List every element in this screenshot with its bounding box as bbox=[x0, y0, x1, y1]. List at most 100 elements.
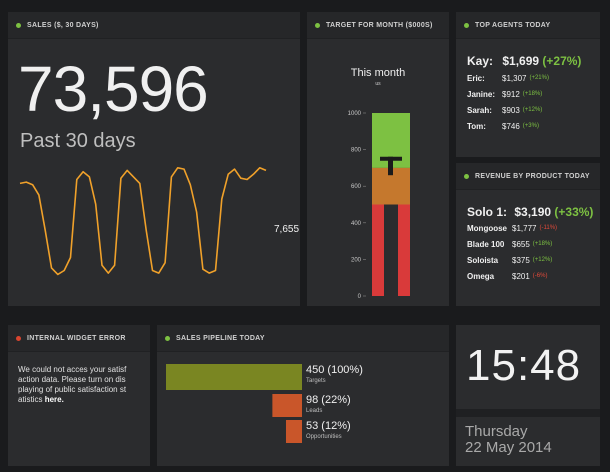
target-panel: TARGET FOR MONTH ($000S) This month us 1… bbox=[307, 12, 449, 306]
target-axis-tick: 0 bbox=[358, 294, 362, 300]
product-value: $1,777 bbox=[512, 223, 537, 233]
error-message: We could not acces your satisf action da… bbox=[18, 365, 142, 405]
agent-value: $903 bbox=[502, 105, 520, 115]
status-dot-icon bbox=[464, 22, 469, 28]
product-name: Soloista bbox=[467, 255, 499, 265]
pipeline-stage-value: 98 (22%) bbox=[306, 394, 351, 406]
pipeline-stage-bar bbox=[272, 394, 302, 417]
target-axis-tick: 400 bbox=[351, 221, 362, 227]
agent-row: Sarah: $903 (+12%) bbox=[467, 102, 549, 118]
target-bullet-chart: This month us 1000 800 600 400 200 0 bbox=[348, 67, 410, 300]
pipeline-panel: SALES PIPELINE TODAY 450 (100%) Targets 98… bbox=[157, 325, 449, 466]
clock-divider bbox=[456, 409, 600, 417]
pipeline-stage-value: 53 (12%) bbox=[306, 420, 351, 432]
pipeline-panel-title: SALES PIPELINE TODAY bbox=[176, 334, 265, 342]
product-row: Mongoose $1,777 (-11%) bbox=[467, 220, 557, 236]
sales-panel-title: SALES ($, 30 DAYS) bbox=[27, 21, 99, 29]
agent-row: Eric: $1,307 (+21%) bbox=[467, 70, 549, 86]
target-actual-bar-right bbox=[398, 204, 410, 296]
agent-name: Sarah: bbox=[467, 105, 492, 115]
leader-product-name: Solo 1: bbox=[467, 205, 508, 219]
target-marker-stem bbox=[388, 156, 393, 176]
error-dot-icon bbox=[16, 335, 21, 341]
error-message-text: We could not acces your satisf action da… bbox=[18, 365, 127, 404]
product-value: $375 bbox=[512, 255, 530, 265]
agent-change: (+12%) bbox=[522, 107, 543, 113]
status-dot-icon bbox=[464, 173, 469, 179]
revenue-panel-header: REVENUE BY PRODUCT TODAY bbox=[456, 163, 600, 190]
agent-row: Janine: $912 (+18%) bbox=[467, 86, 549, 102]
agent-change: (+21%) bbox=[529, 75, 549, 81]
widget-error-panel: INTERNAL WIDGET ERROR We could not acces… bbox=[8, 325, 150, 466]
sales-series-line bbox=[19, 167, 267, 276]
target-chart-subtitle: us bbox=[375, 81, 381, 87]
revenue-panel: REVENUE BY PRODUCT TODAY Solo 1: $3,190 … bbox=[456, 163, 600, 306]
sales-line-chart bbox=[19, 167, 267, 276]
product-row: Soloista $375 (+12%) bbox=[467, 252, 557, 268]
top-product-leader: Solo 1: $3,190 (+33%) bbox=[467, 205, 593, 219]
clock-day: Thursday bbox=[465, 423, 528, 440]
product-name: Omega bbox=[467, 271, 495, 281]
pipeline-stage-bar bbox=[285, 420, 302, 443]
clock-date: 22 May 2014 bbox=[465, 439, 552, 456]
agent-name: Eric: bbox=[467, 73, 485, 83]
agents-panel-header: TOP AGENTS TODAY bbox=[456, 12, 600, 39]
product-row: Blade 100 $655 (+18%) bbox=[467, 236, 557, 252]
agents-panel-title: TOP AGENTS TODAY bbox=[475, 21, 551, 29]
pipeline-stage-label: Targets bbox=[306, 378, 326, 384]
product-change: (+18%) bbox=[532, 241, 553, 247]
sales-side-value: 7,655 bbox=[274, 224, 300, 235]
agent-change: (+18%) bbox=[522, 91, 543, 97]
target-panel-title: TARGET FOR MONTH ($000S) bbox=[326, 21, 433, 29]
product-row: Omega $201 (-6%) bbox=[467, 268, 557, 284]
target-axis-tick: 200 bbox=[351, 257, 362, 263]
leader-value: $1,699 bbox=[502, 54, 540, 68]
leader-product-change: (+33%) bbox=[554, 205, 594, 219]
agent-row: Tom: $746 (+3%) bbox=[467, 118, 549, 134]
clock-time: 15:48 bbox=[466, 341, 582, 390]
status-dot-icon bbox=[16, 22, 21, 28]
sales-period: Past 30 days bbox=[20, 130, 136, 152]
error-panel-header: INTERNAL WIDGET ERROR bbox=[8, 325, 150, 352]
leader-name: Kay: bbox=[467, 54, 494, 68]
agent-name: Janine: bbox=[467, 89, 496, 99]
pipeline-stage-label: Opportunities bbox=[306, 434, 342, 440]
agent-change: (+3%) bbox=[522, 123, 539, 129]
agent-value: $1,307 bbox=[502, 73, 527, 83]
target-axis-tick: 1000 bbox=[348, 111, 362, 117]
agent-value: $746 bbox=[502, 121, 520, 131]
top-agents-panel: TOP AGENTS TODAY Kay: $1,699 (+27%) Eric… bbox=[456, 12, 600, 157]
target-axis-tick: 800 bbox=[351, 148, 362, 154]
pipeline-stage-value: 450 (100%) bbox=[306, 364, 363, 376]
agent-name: Tom: bbox=[467, 121, 486, 131]
agent-list: Eric: $1,307 (+21%) Janine: $912 (+18%) Sarah:… bbox=[467, 70, 549, 134]
clock-panel: 15:48 Thursday 22 May 2014 bbox=[456, 325, 600, 466]
pipeline-funnel-chart: 450 (100%) Targets 98 (22%) Leads 53 (12%) Op… bbox=[166, 364, 363, 443]
error-help-link[interactable]: here. bbox=[45, 395, 64, 404]
product-change: (-11%) bbox=[539, 225, 558, 231]
target-axis-tick: 600 bbox=[351, 184, 362, 190]
pipeline-stage-label: Leads bbox=[306, 408, 322, 414]
product-list: Mongoose $1,777 (-11%) Blade 100 $655 (+18%) S… bbox=[467, 220, 557, 284]
target-actual-bar-left bbox=[372, 204, 384, 296]
pipeline-panel-header: SALES PIPELINE TODAY bbox=[157, 325, 449, 352]
status-dot-icon bbox=[165, 335, 170, 341]
pipeline-stage-bar bbox=[166, 364, 302, 390]
product-name: Mongoose bbox=[467, 223, 507, 233]
product-name: Blade 100 bbox=[467, 239, 505, 249]
status-dot-icon bbox=[315, 22, 320, 28]
product-change: (+12%) bbox=[532, 257, 553, 263]
sales-total: 73,596 bbox=[18, 53, 209, 125]
error-panel-title: INTERNAL WIDGET ERROR bbox=[27, 334, 126, 342]
agent-value: $912 bbox=[502, 89, 520, 99]
sales-panel: SALES ($, 30 DAYS) 73,596 Past 30 days 7… bbox=[8, 12, 300, 306]
sales-panel-header: SALES ($, 30 DAYS) bbox=[8, 12, 300, 39]
leader-product-value: $3,190 bbox=[514, 205, 552, 219]
top-agent-leader: Kay: $1,699 (+27%) bbox=[467, 54, 581, 68]
leader-change: (+27%) bbox=[542, 54, 582, 68]
product-value: $201 bbox=[512, 271, 530, 281]
product-value: $655 bbox=[512, 239, 530, 249]
revenue-panel-title: REVENUE BY PRODUCT TODAY bbox=[475, 172, 590, 180]
target-chart-title: This month bbox=[351, 67, 405, 79]
product-change: (-6%) bbox=[532, 273, 548, 279]
